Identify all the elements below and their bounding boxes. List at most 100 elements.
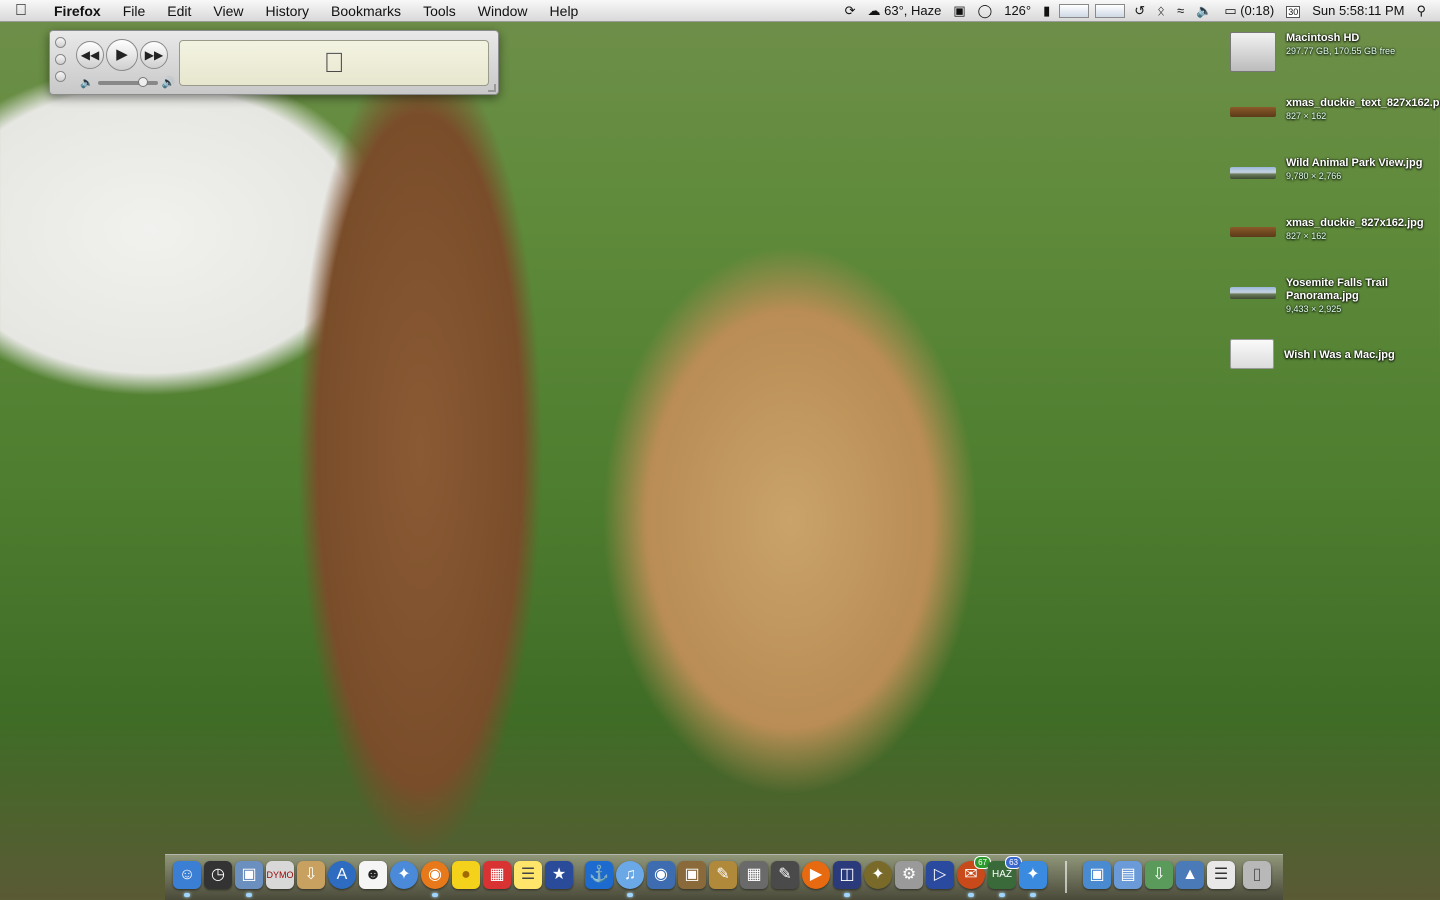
preview-icon[interactable]: ▣ [235,861,263,889]
dashcode-icon[interactable]: ★ [545,861,573,889]
bluetooth-icon[interactable]: ᛟ [1151,0,1171,22]
dock-divider [1065,861,1067,893]
volume-control: 🔈 🔊 [80,76,175,89]
menu-tools[interactable]: Tools [412,0,467,22]
app-menu-firefox[interactable]: Firefox [42,0,112,22]
safari-icon[interactable]: ✦ [390,861,418,889]
network-graph[interactable] [1095,4,1126,18]
weather-text: 63°, Haze [884,3,942,18]
cpu-graph[interactable] [1059,4,1090,18]
menu-extras: ⟳ ☁ 63°, Haze ▣ ◯ 126° ▮ ↺ ᛟ ≈ 🔈 ▭ (0:18… [839,0,1440,22]
finder-icon[interactable]: ☺ [173,861,201,889]
play-icon[interactable]: ▶ [106,39,138,71]
calculator-icon[interactable]: ▦ [740,861,768,889]
trash-icon[interactable]: ▯ [1243,861,1271,889]
documents-folder-icon[interactable]: ▤ [1114,861,1142,889]
twitter-bird-icon[interactable]: ✦ [1019,861,1047,889]
drive-icon[interactable]: ◯ [972,0,999,22]
desktop-icon-xmas-duckie-text-psd[interactable]: xmas_duckie_text_827x162.psd 827 × 162 [1230,97,1440,123]
icon-meta: 9,780 × 2,766 [1286,171,1342,181]
monitor-icon[interactable]: ▣ [947,0,971,22]
menu-view[interactable]: View [202,0,254,22]
firefox-icon[interactable]: ◉ [421,861,449,889]
volume-knob[interactable] [137,76,148,87]
zoom-window-button[interactable] [55,71,66,82]
menu-window[interactable]: Window [467,0,539,22]
calendar-day-text: 30 [1286,5,1301,18]
memory-meter-icon[interactable]: ▮ [1037,0,1056,22]
icon-meta: 827 × 162 [1286,111,1327,121]
menu-edit[interactable]: Edit [156,0,202,22]
remote-desktop-icon[interactable]: ◫ [833,861,861,889]
scrapbook-icon[interactable]: ✎ [709,861,737,889]
wifi-icon[interactable]: ≈ [1171,0,1190,22]
compass-icon[interactable]: ✦ [864,861,892,889]
sync-icon[interactable]: ⟳ [839,0,862,22]
icon-name: Macintosh HD [1286,32,1360,44]
vlc-orange-icon[interactable]: ▶ [802,861,830,889]
itunes-icon[interactable]: ♫ [616,861,644,889]
menu-bookmarks[interactable]: Bookmarks [320,0,412,22]
volume-slider[interactable] [97,76,158,87]
image-file-icon [1230,287,1276,299]
menu-file[interactable]: File [112,0,157,22]
dymo-stamps-icon[interactable]: DYMO [266,861,294,889]
stickies-icon[interactable]: ☰ [514,861,542,889]
calendar-app-icon[interactable]: ▦ [483,861,511,889]
dashboard-icon[interactable]: ◷ [204,861,232,889]
documents-stack-icon[interactable]: ☰ [1207,861,1235,889]
spotlight-search-icon[interactable]: ⚲ [1410,0,1440,22]
close-window-button[interactable] [55,37,66,48]
window-controls [55,37,66,82]
downloads-folder-icon[interactable]: ⇩ [1145,861,1173,889]
desktop-icon-wild-animal-park-view[interactable]: Wild Animal Park View.jpg 9,780 × 2,766 [1230,157,1435,183]
running-indicator [1030,893,1036,897]
desktop-icon-xmas-duckie-jpg[interactable]: xmas_duckie_827x162.jpg 827 × 162 [1230,217,1435,243]
image-capture-icon[interactable]: ◉ [647,861,675,889]
running-indicator [184,893,190,897]
running-indicator [968,893,974,897]
image-file-icon [1230,227,1276,237]
icon-meta: 827 × 162 [1286,231,1327,241]
clock-menu[interactable]: Sun 5:58:11 PM [1306,0,1410,22]
xcode-icon[interactable]: ⚓ [585,861,613,889]
textedit-icon[interactable]: ✎ [771,861,799,889]
menu-help[interactable]: Help [539,0,590,22]
running-indicator [246,893,252,897]
desktop-icon-macintosh-hd[interactable]: Macintosh HD 297.77 GB, 170.55 GB free [1230,32,1435,72]
rewind-icon[interactable]: ◀◀ [76,41,104,69]
terminal-icon[interactable]: ▷ [926,861,954,889]
desktop-icon-yosemite-falls-panorama[interactable]: Yosemite Falls Trail Panorama.jpg 9,433 ×… [1230,277,1435,316]
battery-menu[interactable]: ▭ (0:18) [1218,0,1280,22]
mail-icon[interactable]: ✉ 67 [957,856,991,889]
minimize-window-button[interactable] [55,54,66,65]
weather-menu[interactable]: ☁ 63°, Haze [862,0,948,22]
app-store-icon[interactable]: A [328,861,356,889]
dock: ☺ ◷ ▣ DYMO ⇩ A ☻ ✦ ◉ ● ▦ ☰ ★ ⚓ ♫ ◉ ▣ ✎ ▦… [165,854,1283,900]
icon-name: Wish I Was a Mac.jpg [1284,349,1395,361]
icon-name: Wild Animal Park View.jpg [1286,157,1423,169]
hard-drive-icon [1230,32,1276,72]
menu-history[interactable]: History [254,0,320,22]
resize-grip[interactable] [488,84,496,92]
itunes-mini-player[interactable]: ◀◀ ▶ ▶▶ 🔈 🔊  [49,30,499,95]
calendar-icon[interactable]: 30 [1280,0,1306,23]
apple-menu-icon[interactable]:  [0,2,42,20]
temperature-menu[interactable]: 126° [998,0,1037,22]
fast-forward-icon[interactable]: ▶▶ [140,41,168,69]
system-preferences-icon[interactable]: ⚙ [895,861,923,889]
rubber-duck-icon[interactable]: ● [452,861,480,889]
applications-folder-icon[interactable]: ▲ [1176,861,1204,889]
downloads-stack-icon[interactable]: ⇩ [297,861,325,889]
image-file-icon [1230,167,1276,179]
icon-name: Yosemite Falls Trail Panorama.jpg [1286,277,1388,302]
iphoto-icon[interactable]: ▣ [678,861,706,889]
volume-high-icon: 🔊 [161,77,176,89]
weather-haze-icon[interactable]: HAZ 63 [988,856,1022,889]
time-machine-icon[interactable]: ↺ [1128,0,1151,22]
desktop-icon-wish-i-was-a-mac[interactable]: Wish I Was a Mac.jpg [1230,339,1435,369]
now-playing-display[interactable]:  [179,40,489,86]
pictures-folder-icon[interactable]: ▣ [1083,861,1111,889]
cyberduck-icon[interactable]: ☻ [359,861,387,889]
volume-icon[interactable]: 🔈 [1190,0,1218,22]
